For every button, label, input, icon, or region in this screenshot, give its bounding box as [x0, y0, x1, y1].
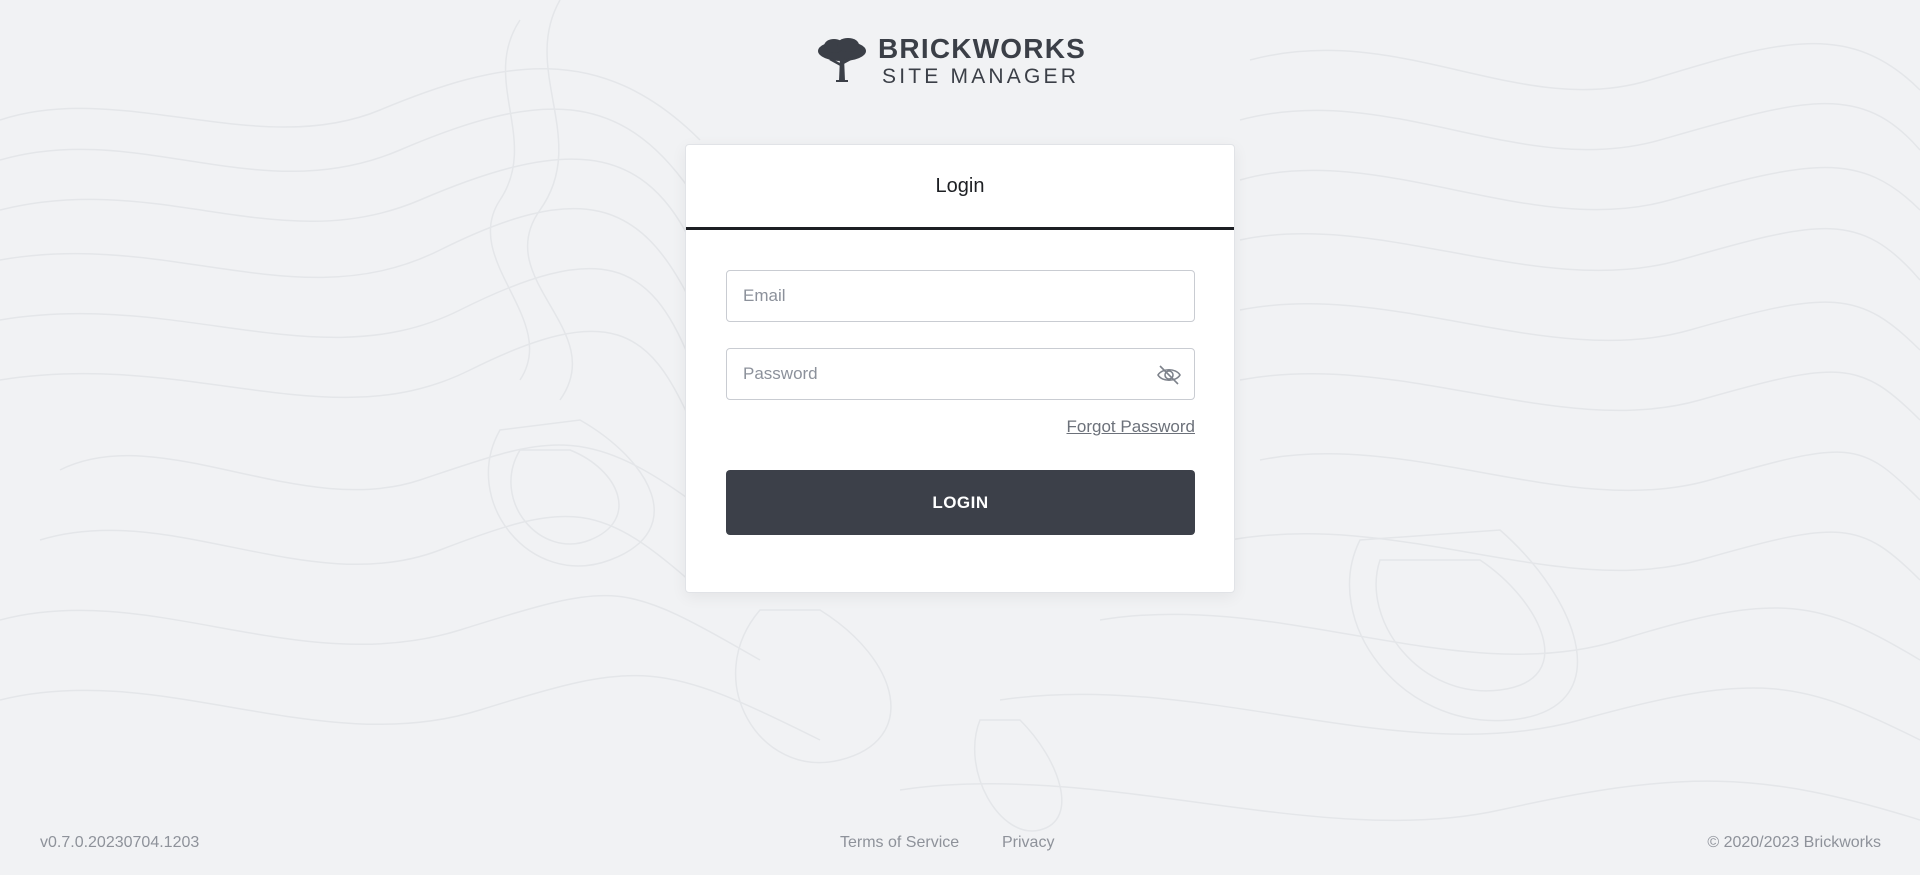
- password-field-wrapper: [726, 348, 1195, 400]
- privacy-link[interactable]: Privacy: [1002, 834, 1054, 852]
- password-field[interactable]: [727, 349, 1194, 399]
- forgot-password-link[interactable]: Forgot Password: [1067, 417, 1196, 437]
- login-tab[interactable]: Login: [936, 175, 985, 198]
- login-tab-header: Login: [686, 145, 1234, 230]
- copyright-label: © 2020/2023 Brickworks: [1707, 834, 1881, 851]
- email-field-wrapper: [726, 270, 1195, 322]
- terms-of-service-link[interactable]: Terms of Service: [840, 834, 959, 852]
- login-page: BRICKWORKS SITE MANAGER Login Forgot Pas…: [0, 0, 1920, 875]
- login-button[interactable]: LOGIN: [726, 470, 1195, 535]
- brand-subtitle: SITE MANAGER: [882, 65, 1080, 88]
- eye-off-icon[interactable]: [1156, 362, 1182, 388]
- login-card: Login Forgot Password LOGIN: [685, 144, 1235, 593]
- brand-logo: BRICKWORKS SITE MANAGER: [816, 34, 1086, 88]
- brand-name: BRICKWORKS: [878, 33, 1086, 64]
- email-field[interactable]: [727, 271, 1194, 321]
- version-label: v0.7.0.20230704.1203: [40, 834, 200, 851]
- tree-icon: [818, 38, 866, 82]
